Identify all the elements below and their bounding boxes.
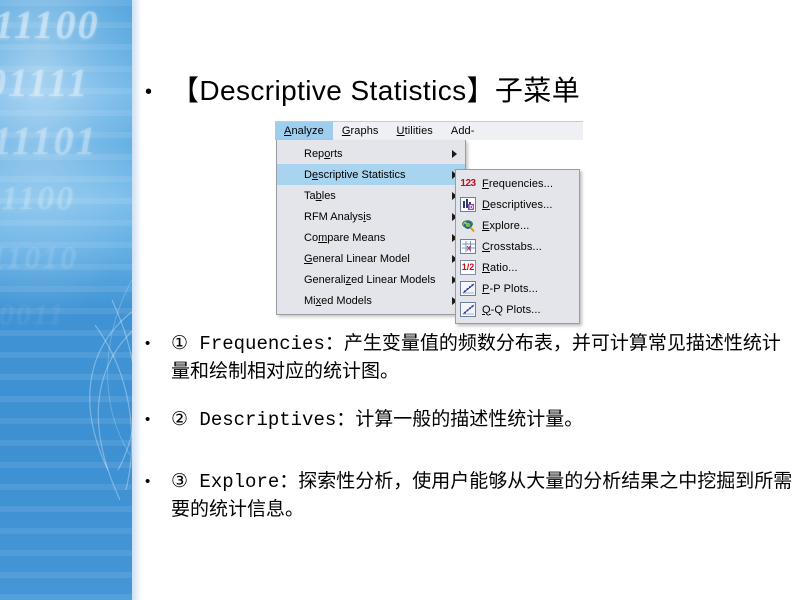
menubar-mnemonic: G <box>341 125 351 137</box>
menu-item-label: RFM Analysis <box>304 210 372 223</box>
svg-text:D: D <box>469 205 473 210</box>
menu-item-compare-means[interactable]: Compare Means <box>277 227 465 248</box>
submenu-item-label: Frequencies... <box>482 177 554 190</box>
submenu-item-descriptives[interactable]: D Descriptives... <box>456 194 579 215</box>
menu-item-label: Mixed Models <box>304 294 372 307</box>
menu-item-label: General Linear Model <box>304 252 410 265</box>
body-bullet-row-2: • ② Descriptives：计算一般的描述性统计量。 <box>145 406 793 434</box>
menu-item-label: Tables <box>304 189 336 202</box>
body-bullet-text-2: ② Descriptives：计算一般的描述性统计量。 <box>171 409 584 431</box>
slide: 11100 01111 11101 11100 11010 10011 • 【D… <box>0 0 800 600</box>
submenu-item-label: P-P Plots... <box>482 282 539 295</box>
submenu-item-qq-plots[interactable]: Q-Q Plots... <box>456 299 579 320</box>
menu-item-label: Reports <box>304 147 343 160</box>
svg-text:x: x <box>466 243 471 252</box>
spss-menubar: Analyze Graphs Utilities Add- <box>275 121 583 140</box>
menubar-item-label: Add- <box>450 125 475 137</box>
menubar-item-label: raphs <box>350 125 379 137</box>
menubar-item-label: tilities <box>404 125 433 137</box>
bullet-marker: • <box>145 473 151 490</box>
bullet-marker: • <box>145 411 151 428</box>
submenu-arrow-icon <box>452 149 457 158</box>
submenu-item-ratio[interactable]: 1/2 Ratio... <box>456 257 579 278</box>
menubar-item-graphs[interactable]: Graphs <box>333 122 388 140</box>
body-bullet-row-3: • ③ Explore：探索性分析，使用户能够从大量的分析结果之中挖掘到所需要的… <box>145 468 793 524</box>
submenu-item-crosstabs[interactable]: x Crosstabs... <box>456 236 579 257</box>
sidebar-edge-gradient <box>132 0 142 600</box>
histogram-icon: D <box>460 197 476 212</box>
menu-item-descriptive-statistics[interactable]: Descriptive Statistics <box>277 164 465 185</box>
decorative-sidebar: 11100 01111 11101 11100 11010 10011 <box>0 0 132 600</box>
descriptive-statistics-submenu: 123 Frequencies... D Descriptives... Exp… <box>455 169 580 324</box>
submenu-item-pp-plots[interactable]: P-P Plots... <box>456 278 579 299</box>
crosstab-icon: x <box>460 239 476 254</box>
menubar-item-utilities[interactable]: Utilities <box>388 122 442 140</box>
analyze-dropdown-menu: Reports Descriptive Statistics Tables RF… <box>276 140 466 315</box>
menubar-mnemonic: A <box>284 125 292 137</box>
menu-item-tables[interactable]: Tables <box>277 185 465 206</box>
submenu-item-explore[interactable]: Explore... <box>456 215 579 236</box>
menubar-item-analyze[interactable]: Analyze <box>275 122 333 140</box>
menubar-item-addons[interactable]: Add- <box>442 122 484 140</box>
menubar-mnemonic: U <box>396 125 405 137</box>
one-half-icon: 1/2 <box>460 260 476 275</box>
menu-item-rfm-analysis[interactable]: RFM Analysis <box>277 206 465 227</box>
menu-item-label: Generalized Linear Models <box>304 273 436 286</box>
page-title: 【Descriptive Statistics】子菜单 <box>171 75 581 106</box>
menu-item-mixed-models[interactable]: Mixed Models <box>277 290 465 311</box>
submenu-item-label: Explore... <box>482 219 530 232</box>
body-bullet-text-1: ① Frequencies：产生变量值的频数分布表，并可计算常见描述性统计量和绘… <box>171 333 781 383</box>
menubar-item-label: nalyze <box>291 125 324 137</box>
123-icon: 123 <box>460 177 476 189</box>
menu-item-label: Compare Means <box>304 231 386 244</box>
menu-item-generalized-linear-models[interactable]: Generalized Linear Models <box>277 269 465 290</box>
body-bullet-row-1: • ① Frequencies：产生变量值的频数分布表，并可计算常见描述性统计量… <box>145 330 793 386</box>
body-bullet-text-3: ③ Explore：探索性分析，使用户能够从大量的分析结果之中挖掘到所需要的统计… <box>171 471 793 521</box>
qq-plot-icon <box>460 302 476 317</box>
menu-item-label: Descriptive Statistics <box>304 168 406 181</box>
submenu-item-label: Descriptives... <box>482 198 553 211</box>
menu-item-general-linear-model[interactable]: General Linear Model <box>277 248 465 269</box>
swoosh-curves-decoration <box>89 279 132 501</box>
spss-menu-screenshot: Analyze Graphs Utilities Add- Reports De… <box>275 121 587 324</box>
submenu-item-label: Crosstabs... <box>482 240 542 253</box>
bullet-marker: • <box>145 335 151 352</box>
pp-plot-icon <box>460 281 476 296</box>
title-bullet-row: • 【Descriptive Statistics】子菜单 <box>145 72 785 110</box>
bullet-marker: • <box>145 81 153 103</box>
submenu-item-label: Q-Q Plots... <box>482 303 541 316</box>
menu-item-reports[interactable]: Reports <box>277 143 465 164</box>
magnifier-icon <box>460 218 476 233</box>
submenu-item-frequencies[interactable]: 123 Frequencies... <box>456 173 579 194</box>
submenu-item-label: Ratio... <box>482 261 518 274</box>
